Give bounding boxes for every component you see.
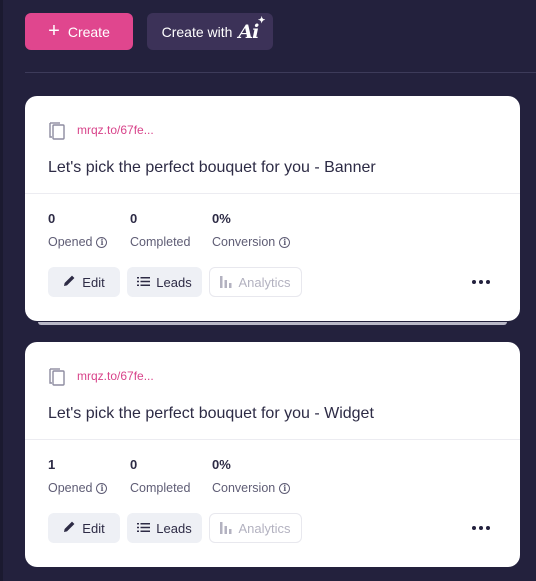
conversion-value: 0% bbox=[212, 457, 231, 472]
conversion-label-row: Conversion i bbox=[212, 481, 332, 495]
stat-opened: 1 Opened i bbox=[48, 457, 130, 495]
left-panel-edge bbox=[0, 0, 3, 581]
completed-label-row: Completed bbox=[130, 235, 212, 249]
quiz-title[interactable]: Let's pick the perfect bouquet for you -… bbox=[48, 159, 376, 177]
more-dots-icon[interactable] bbox=[472, 521, 490, 535]
opened-label: Opened bbox=[48, 235, 93, 249]
leads-label: Leads bbox=[156, 520, 192, 536]
card-stack-shadow bbox=[38, 322, 507, 325]
stat-completed: 0 Completed bbox=[130, 211, 212, 249]
short-link[interactable]: mrqz.to/67fe... bbox=[77, 369, 154, 383]
pencil-icon bbox=[63, 520, 76, 536]
bar-chart-icon bbox=[220, 520, 232, 537]
opened-value: 1 bbox=[48, 457, 56, 472]
stats-row: 0 Opened i 0 Completed 0% Conversion i bbox=[48, 211, 332, 249]
leads-label: Leads bbox=[156, 274, 192, 290]
conversion-label: Conversion bbox=[212, 235, 276, 249]
create-with-ai-label: Create with bbox=[161, 23, 233, 40]
completed-label: Completed bbox=[130, 235, 191, 249]
stat-conversion: 0% Conversion i bbox=[212, 211, 332, 249]
analytics-label: Analytics bbox=[238, 520, 291, 536]
quiz-title[interactable]: Let's pick the perfect bouquet for you -… bbox=[48, 405, 374, 423]
ai-logo-icon: Ai ✦ bbox=[238, 15, 265, 43]
analytics-label: Analytics bbox=[238, 274, 291, 290]
ai-logo-text: Ai bbox=[238, 20, 259, 43]
info-icon[interactable]: i bbox=[96, 482, 108, 494]
create-button[interactable]: + Create bbox=[25, 13, 133, 50]
edit-button[interactable]: Edit bbox=[48, 513, 120, 543]
quiz-card: mrqz.to/67fe... Let's pick the perfect b… bbox=[25, 342, 520, 567]
edit-label: Edit bbox=[82, 274, 105, 290]
card-actions: Edit Leads Analytics bbox=[48, 513, 302, 543]
card-divider bbox=[25, 193, 520, 194]
copy-icon[interactable] bbox=[48, 366, 67, 386]
plus-icon: + bbox=[48, 20, 60, 42]
bar-chart-icon bbox=[220, 274, 232, 291]
stats-row: 1 Opened i 0 Completed 0% Conversion i bbox=[48, 457, 332, 495]
page: { "toolbar": { "create_label": "Create",… bbox=[0, 0, 536, 581]
pencil-icon bbox=[63, 274, 76, 290]
stat-completed: 0 Completed bbox=[130, 457, 212, 495]
conversion-label-row: Conversion i bbox=[212, 235, 332, 249]
opened-label-row: Opened i bbox=[48, 235, 130, 249]
leads-button[interactable]: Leads bbox=[127, 513, 202, 543]
opened-label: Opened bbox=[48, 481, 93, 495]
short-link-row: mrqz.to/67fe... bbox=[48, 366, 154, 386]
list-icon bbox=[137, 275, 151, 290]
completed-label: Completed bbox=[130, 481, 191, 495]
stat-opened: 0 Opened i bbox=[48, 211, 130, 249]
short-link[interactable]: mrqz.to/67fe... bbox=[77, 123, 154, 137]
list-icon bbox=[137, 521, 151, 536]
info-icon[interactable]: i bbox=[279, 482, 291, 494]
card-divider bbox=[25, 439, 520, 440]
opened-label-row: Opened i bbox=[48, 481, 130, 495]
completed-value: 0 bbox=[130, 457, 138, 472]
analytics-button[interactable]: Analytics bbox=[209, 267, 302, 297]
analytics-button[interactable]: Analytics bbox=[209, 513, 302, 543]
completed-value: 0 bbox=[130, 211, 138, 226]
conversion-value: 0% bbox=[212, 211, 231, 226]
header-divider bbox=[25, 72, 536, 73]
short-link-row: mrqz.to/67fe... bbox=[48, 120, 154, 140]
edit-button[interactable]: Edit bbox=[48, 267, 120, 297]
quiz-card: mrqz.to/67fe... Let's pick the perfect b… bbox=[25, 96, 520, 321]
create-with-ai-button[interactable]: Create with Ai ✦ bbox=[147, 13, 273, 50]
more-dots-icon[interactable] bbox=[472, 275, 490, 289]
toolbar: + Create Create with Ai ✦ bbox=[25, 13, 273, 50]
leads-button[interactable]: Leads bbox=[127, 267, 202, 297]
create-button-label: Create bbox=[67, 23, 110, 40]
opened-value: 0 bbox=[48, 211, 56, 226]
conversion-label: Conversion bbox=[212, 481, 276, 495]
info-icon[interactable]: i bbox=[96, 236, 108, 248]
copy-icon[interactable] bbox=[48, 120, 67, 140]
info-icon[interactable]: i bbox=[279, 236, 291, 248]
stat-conversion: 0% Conversion i bbox=[212, 457, 332, 495]
edit-label: Edit bbox=[82, 520, 105, 536]
card-actions: Edit Leads Analytics bbox=[48, 267, 302, 297]
completed-label-row: Completed bbox=[130, 481, 212, 495]
